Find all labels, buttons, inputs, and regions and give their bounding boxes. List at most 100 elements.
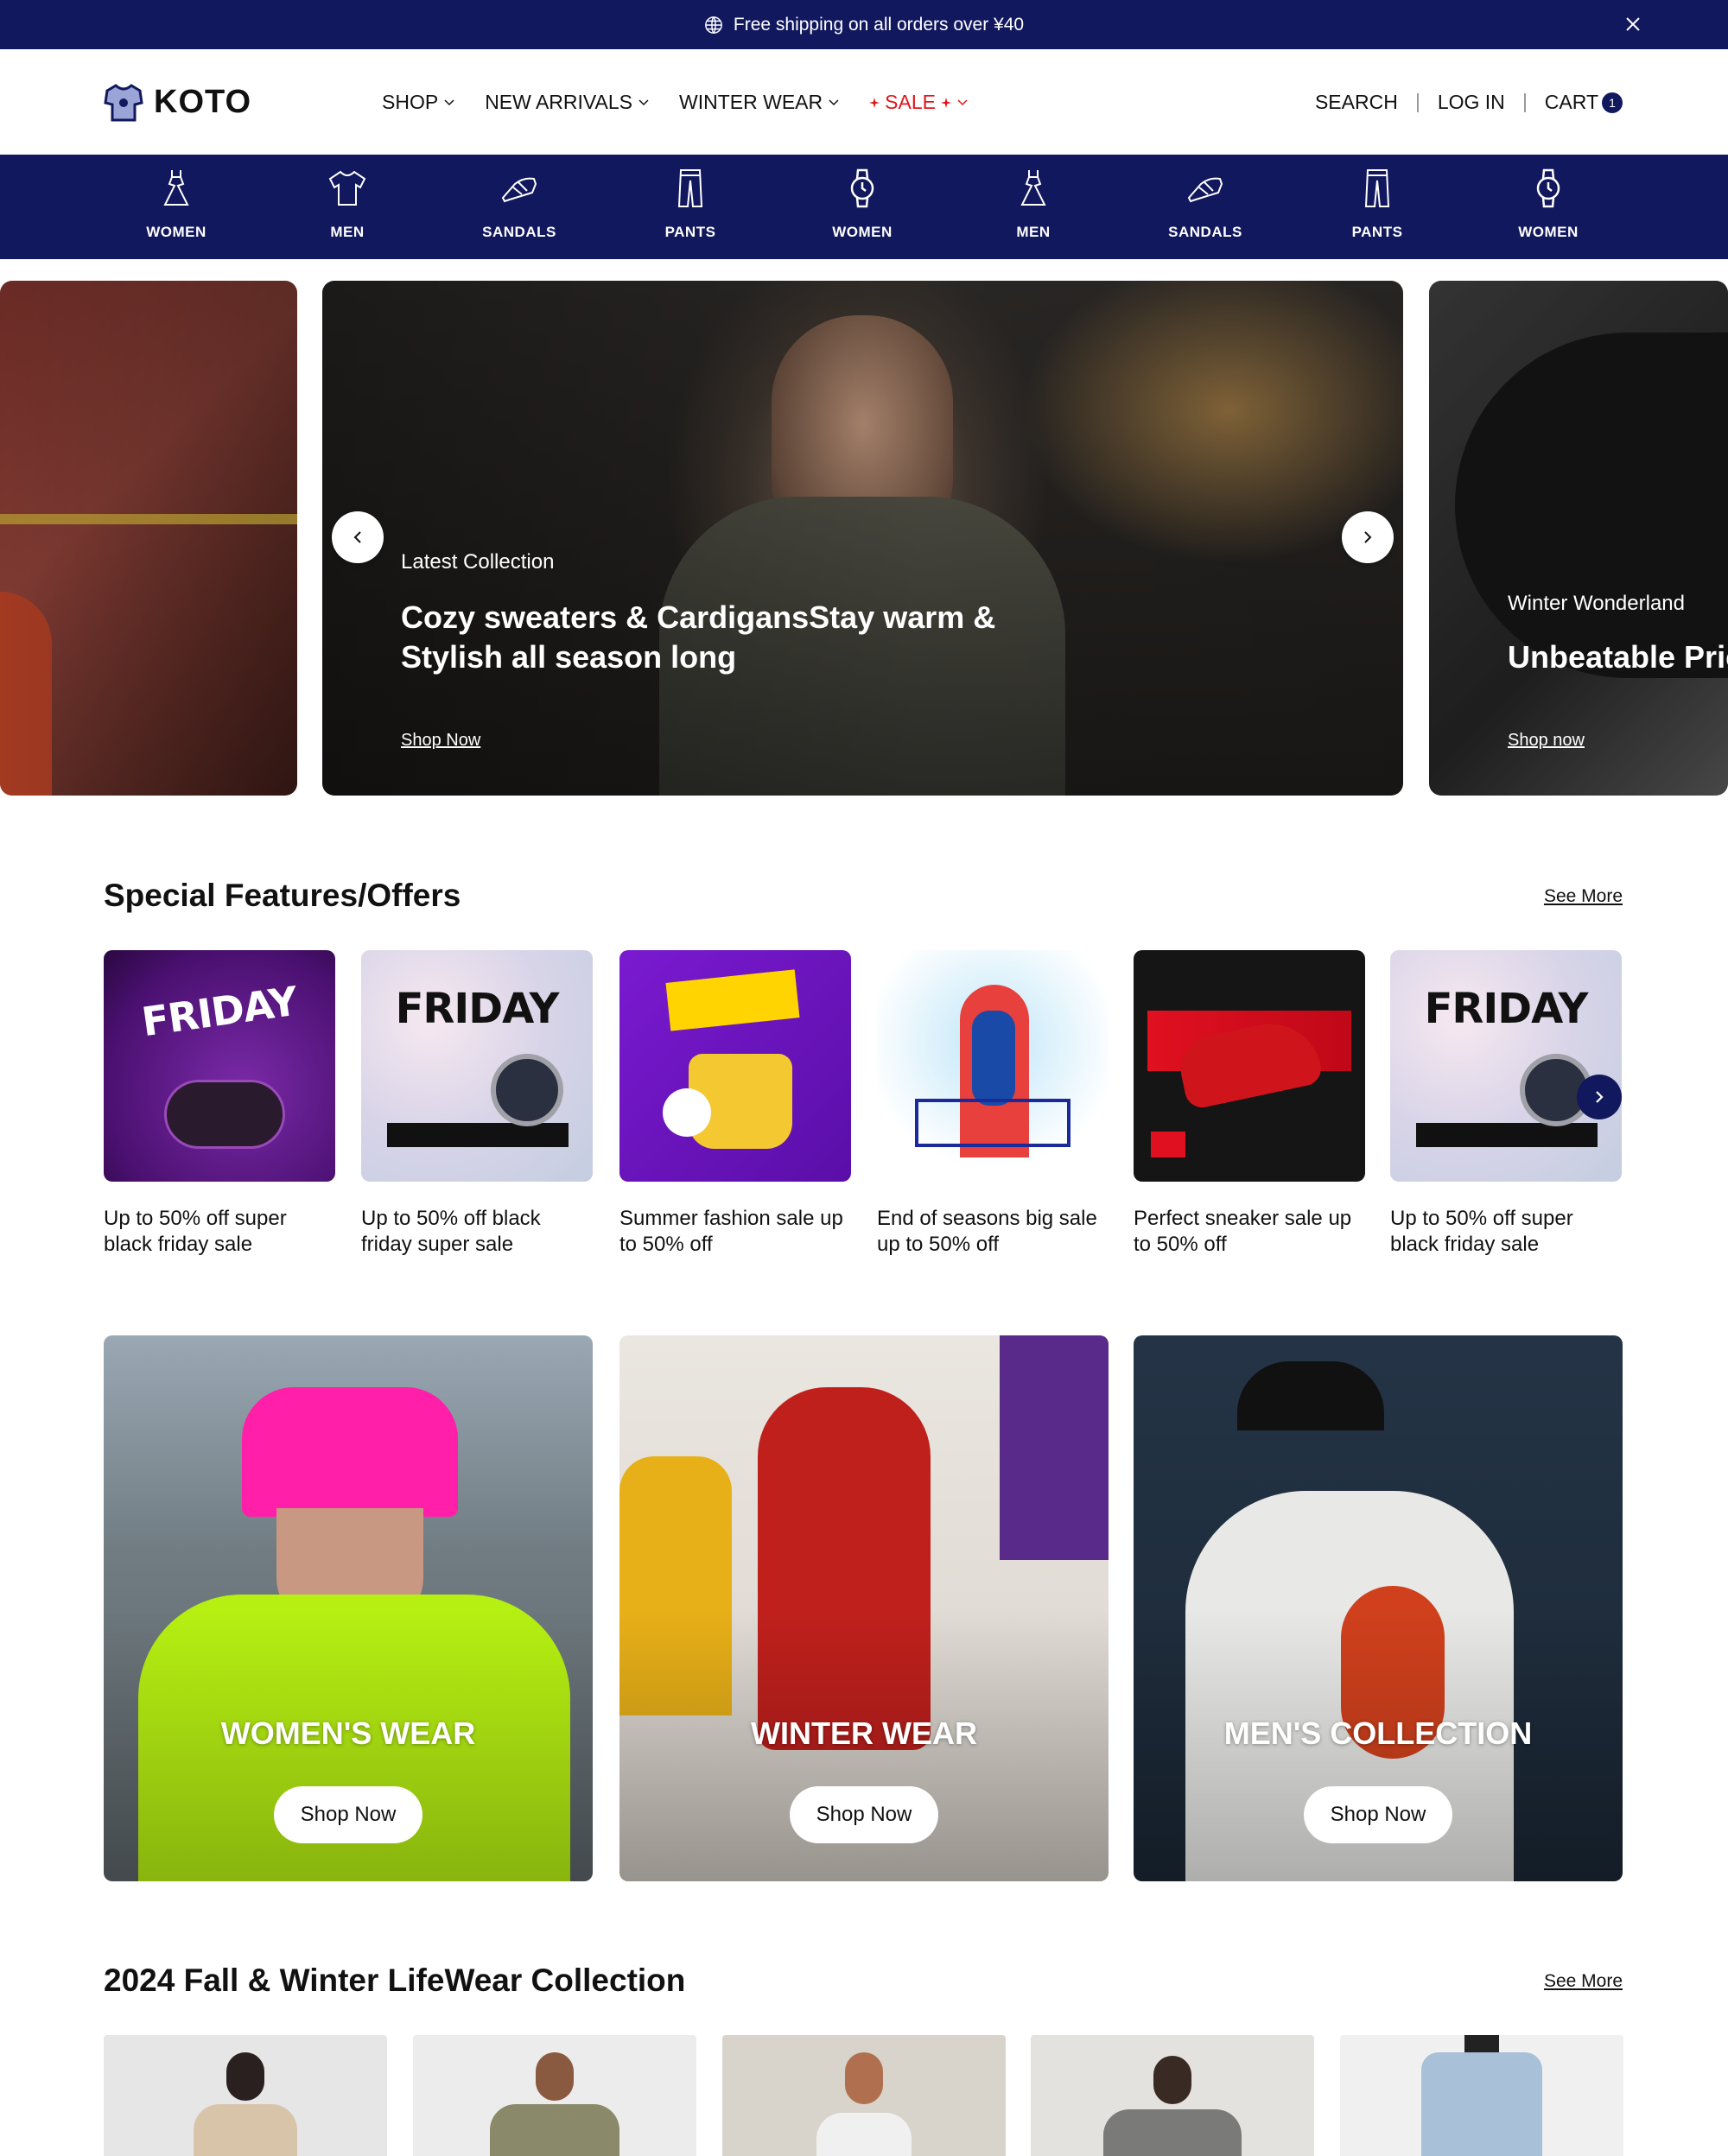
product-card[interactable] [413,2035,696,2156]
offer-image [877,950,1109,1182]
category-women-2[interactable]: WOMEN [810,167,914,241]
offer-image: FRIDAY [1390,950,1622,1182]
site-header: KOTO SHOP NEW ARRIVALS WINTER WEAR SALE … [0,49,1728,155]
category-women-3[interactable]: WOMEN [1496,167,1600,241]
hero-slide-active: Latest Collection Cozy sweaters & Cardig… [322,281,1403,796]
product-image-coat [1421,2052,1542,2156]
globe-icon [704,16,722,34]
product-card[interactable] [104,2035,387,2156]
collection-card-mens[interactable]: MEN'S COLLECTION Shop Now [1134,1335,1623,1881]
announcement-text: Free shipping on all orders over ¥40 [733,14,1025,35]
chevron-right-icon [1364,531,1372,543]
search-link[interactable]: SEARCH [1315,91,1398,114]
sandal-icon [501,177,537,203]
category-women[interactable]: WOMEN [124,167,228,241]
offer-product-earbuds [164,1080,285,1149]
nav-sale[interactable]: SALE [869,91,969,114]
offer-image-frame [915,1099,1070,1147]
offer-text-line1: Up to 50% off super [1390,1207,1573,1230]
cart-label: CART [1544,91,1598,113]
category-label: PANTS [664,224,716,240]
collection-card-winter[interactable]: WINTER WEAR Shop Now [619,1335,1109,1881]
category-pants[interactable]: PANTS [638,167,742,241]
collection-title: WINTER WEAR [751,1715,977,1751]
offers-see-more-link[interactable]: See More [1544,886,1623,907]
offer-product-stand [1416,1123,1598,1147]
chevron-down-icon [638,98,649,105]
offer-text-line2: black friday sale [104,1233,253,1256]
category-men[interactable]: MEN [295,167,399,241]
hero-slide-previous[interactable] [0,281,297,796]
product-image-model [536,2052,574,2101]
collection-shop-now-button[interactable]: Shop Now [1304,1786,1452,1843]
offers-section-title: Special Features/Offers [104,878,461,913]
nav-winter-wear[interactable]: WINTER WEAR [679,91,840,114]
carousel-prev-button[interactable] [332,511,384,563]
offer-image [1134,950,1365,1182]
lifewear-see-more-link[interactable]: See More [1544,1971,1623,1992]
category-pants-2[interactable]: PANTS [1325,167,1429,241]
tshirt-icon [328,170,366,206]
offers-next-button[interactable] [1577,1075,1622,1119]
offer-text: End of seasons big sale up to 50% off [877,1206,1109,1258]
collection-shop-now-button[interactable]: Shop Now [790,1786,938,1843]
divider [1416,92,1419,112]
nav-shop-label: SHOP [382,91,439,113]
product-card[interactable] [722,2035,1006,2156]
nav-new-arrivals-label: NEW ARRIVALS [485,91,633,113]
offer-image [619,950,851,1182]
logo[interactable]: KOTO [104,80,251,124]
offer-product-model [972,1011,1015,1106]
category-sandals-2[interactable]: SANDALS [1153,167,1257,241]
offer-card[interactable]: End of seasons big sale up to 50% off [877,950,1109,1258]
login-link[interactable]: LOG IN [1438,91,1505,114]
offer-card[interactable]: FRIDAY Up to 50% off super black friday s… [104,950,335,1258]
hero-slide-next[interactable]: Winter Wonderland Unbeatable Prices Shop… [1429,281,1728,796]
hero-image-overlay [1429,281,1728,796]
offer-badge [663,1088,711,1137]
category-men-2[interactable]: MEN [982,167,1085,241]
product-image-coat [1103,2109,1242,2156]
hero-title-line2: Stylish all season long [401,639,737,675]
sandal-icon [1187,177,1223,203]
hero-shop-now-link[interactable]: Shop Now [401,731,480,751]
chevron-down-icon [444,98,454,105]
offer-text-line2: to 50% off [1134,1233,1227,1256]
carousel-next-button[interactable] [1342,511,1394,563]
offer-card[interactable]: FRIDAY Up to 50% off black friday super s… [361,950,593,1258]
close-icon[interactable] [1624,16,1642,33]
offer-image-graphic: FRIDAY [1424,985,1589,1033]
product-card[interactable] [1340,2035,1623,2156]
cart-link[interactable]: CART 1 [1545,91,1623,114]
chevron-down-icon [829,98,839,105]
hero-shop-now-link[interactable]: Shop now [1508,731,1585,751]
offer-text-line1: Up to 50% off super [104,1207,287,1230]
watch-icon [1536,168,1560,208]
collection-title: MEN'S COLLECTION [1223,1715,1533,1751]
hero-title: Unbeatable Prices [1508,639,1728,675]
product-image-jacket [490,2104,619,2156]
product-card[interactable] [1031,2035,1314,2156]
product-image-top [194,2104,297,2156]
brand-name: KOTO [154,83,252,120]
nav-shop[interactable]: SHOP [382,91,455,114]
offer-card[interactable]: Summer fashion sale up to 50% off [619,950,851,1258]
offer-text-line1: Up to 50% off black [361,1207,541,1230]
nav-new-arrivals[interactable]: NEW ARRIVALS [485,91,650,114]
hero-image-stripe [0,514,297,524]
offer-card[interactable]: Perfect sneaker sale up to 50% off [1134,950,1365,1258]
hero-title-line1: Cozy sweaters & CardigansStay warm & [401,599,996,635]
category-sandals[interactable]: SANDALS [467,167,571,241]
hero-image-overlay [0,281,297,796]
collection-shop-now-button[interactable]: Shop Now [274,1786,422,1843]
offer-text: Up to 50% off super black friday sale [1390,1206,1622,1258]
offer-text: Summer fashion sale up to 50% off [619,1206,851,1258]
dress-icon [1020,170,1046,206]
offer-text: Up to 50% off super black friday sale [104,1206,335,1258]
collection-card-womens[interactable]: WOMEN'S WEAR Shop Now [104,1335,593,1881]
product-image-model [226,2052,264,2101]
nav-sale-label: SALE [885,91,936,113]
category-label: PANTS [1351,224,1403,240]
category-label: MEN [1016,224,1051,240]
offer-text-line2: up to 50% off [877,1233,999,1256]
